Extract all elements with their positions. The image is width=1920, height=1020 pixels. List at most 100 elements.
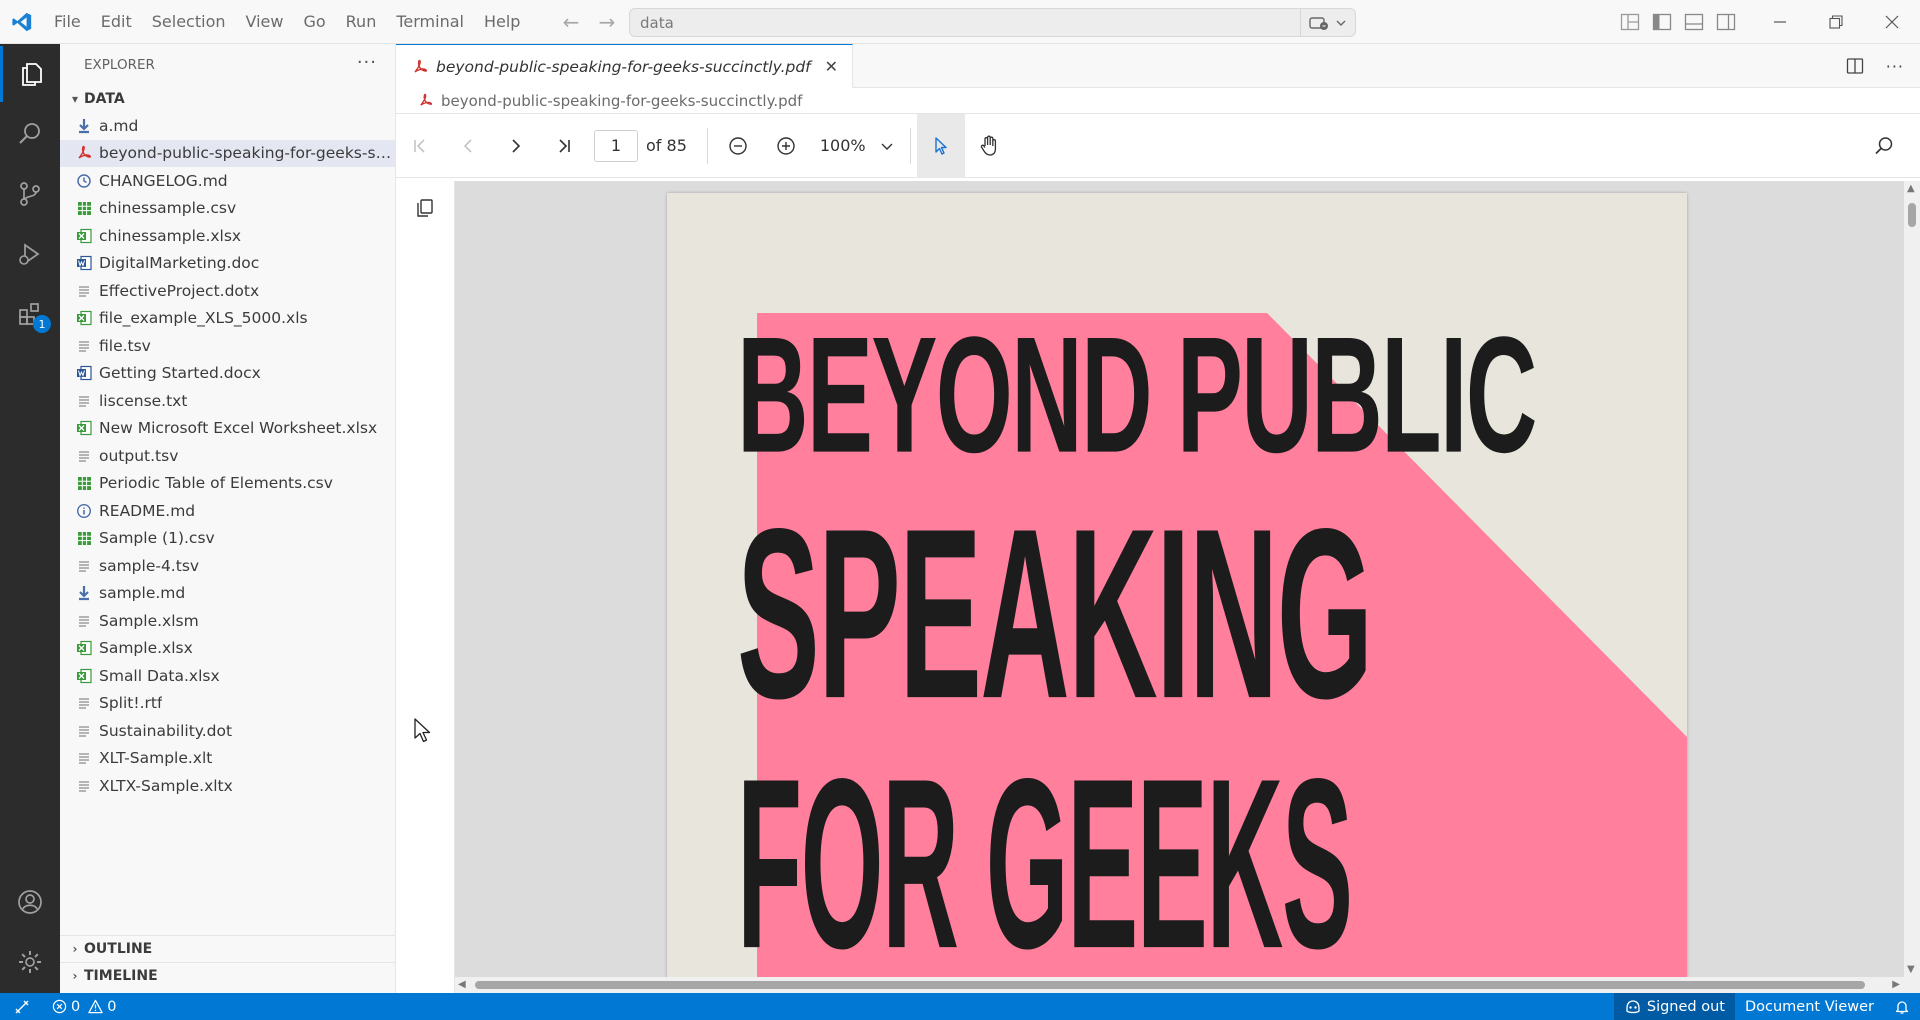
file-item[interactable]: README.md — [60, 497, 395, 525]
file-item[interactable]: XLT-Sample.xlt — [60, 745, 395, 773]
file-item[interactable]: Sample (1).csv — [60, 525, 395, 553]
scroll-left-icon[interactable]: ◀ — [458, 979, 466, 990]
extensions-button[interactable]: 1 — [0, 286, 60, 342]
excel-icon — [74, 419, 94, 437]
file-item[interactable]: Sample.xlsm — [60, 607, 395, 635]
toggle-thumbnails-button[interactable] — [414, 197, 436, 223]
close-tab-icon[interactable]: ✕ — [825, 57, 838, 76]
remote-button[interactable] — [0, 993, 44, 1020]
file-name: a.md — [99, 116, 139, 135]
zoom-select[interactable]: 100% — [810, 114, 904, 178]
vscode-logo-icon — [0, 0, 44, 44]
tab-pdf[interactable]: beyond-public-speaking-for-geeks-succinc… — [396, 44, 854, 88]
file-item[interactable]: CHANGELOG.md — [60, 167, 395, 195]
file-name: Getting Started.docx — [99, 364, 261, 383]
toggle-panel-icon[interactable] — [1684, 13, 1704, 31]
source-control-button[interactable] — [0, 166, 60, 222]
folder-header[interactable]: ▾ DATA — [60, 86, 395, 112]
search-button[interactable] — [0, 106, 60, 162]
file-name: file_example_XLS_5000.xls — [99, 309, 308, 328]
toggle-primary-sidebar-icon[interactable] — [1652, 13, 1672, 31]
file-item[interactable]: output.tsv — [60, 442, 395, 470]
outline-section[interactable]: › OUTLINE — [60, 935, 395, 962]
menu-terminal[interactable]: Terminal — [386, 0, 474, 44]
menu-run[interactable]: Run — [336, 0, 387, 44]
file-item[interactable]: Split!.rtf — [60, 690, 395, 718]
file-item[interactable]: a.md — [60, 112, 395, 140]
file-item[interactable]: file.tsv — [60, 332, 395, 360]
file-item[interactable]: Small Data.xlsx — [60, 662, 395, 690]
close-window-button[interactable] — [1864, 0, 1920, 44]
menu-go[interactable]: Go — [293, 0, 335, 44]
scroll-up-icon[interactable]: ▲ — [1907, 183, 1915, 194]
split-editor-icon[interactable] — [1846, 57, 1864, 75]
menu-file[interactable]: File — [44, 0, 91, 44]
page-count: of 85 — [646, 136, 687, 155]
last-page-button[interactable] — [540, 114, 588, 178]
zoom-out-button[interactable] — [714, 114, 762, 178]
forward-arrow-icon[interactable]: → — [596, 10, 618, 34]
excel-icon — [74, 639, 94, 657]
page-number-input[interactable] — [594, 129, 638, 162]
select-tool-button[interactable] — [916, 113, 965, 178]
copilot-menu[interactable] — [1300, 9, 1355, 36]
mouse-cursor-icon — [414, 718, 431, 743]
excel-icon — [74, 667, 94, 685]
more-actions-icon[interactable]: ··· — [357, 52, 377, 73]
breadcrumb-file[interactable]: beyond-public-speaking-for-geeks-succinc… — [441, 92, 802, 110]
scroll-right-icon[interactable]: ▶ — [1892, 979, 1900, 990]
next-page-button[interactable] — [492, 114, 540, 178]
hand-tool-button[interactable] — [965, 114, 1013, 178]
more-actions-icon[interactable]: ··· — [1886, 57, 1904, 76]
toggle-secondary-sidebar-icon[interactable] — [1716, 13, 1736, 31]
menu-view[interactable]: View — [236, 0, 294, 44]
cover-title-line-2: SPEAKING — [737, 478, 1373, 749]
document-viewer-status[interactable]: Document Viewer — [1735, 993, 1884, 1020]
file-item[interactable]: chinessample.xlsx — [60, 222, 395, 250]
previous-page-button[interactable] — [444, 114, 492, 178]
csv-icon — [74, 529, 94, 547]
menu-edit[interactable]: Edit — [91, 0, 142, 44]
menu-selection[interactable]: Selection — [142, 0, 236, 44]
chevron-right-icon: › — [72, 942, 78, 956]
problems-indicator[interactable]: 0 0 — [44, 999, 124, 1015]
command-center[interactable]: data — [629, 8, 1356, 37]
timeline-section[interactable]: › TIMELINE — [60, 962, 395, 989]
pdf-search-button[interactable] — [1860, 114, 1908, 178]
file-item[interactable]: EffectiveProject.dotx — [60, 277, 395, 305]
file-item[interactable]: sample.md — [60, 580, 395, 608]
file-item[interactable]: sample-4.tsv — [60, 552, 395, 580]
horizontal-scrollbar[interactable]: ◀ ▶ — [455, 977, 1920, 993]
minimize-button[interactable] — [1752, 0, 1808, 44]
pdf-icon — [420, 93, 433, 106]
manage-button[interactable] — [0, 934, 60, 990]
notifications-button[interactable] — [1884, 993, 1920, 1020]
file-item[interactable]: file_example_XLS_5000.xls — [60, 305, 395, 333]
file-name: chinessample.xlsx — [99, 226, 242, 245]
file-item[interactable]: Sustainability.dot — [60, 717, 395, 745]
customize-layout-icon[interactable] — [1620, 13, 1640, 31]
vertical-scrollbar[interactable]: ▲ ▼ — [1904, 181, 1920, 977]
vertical-scroll-thumb[interactable] — [1908, 203, 1916, 227]
first-page-button[interactable] — [396, 114, 444, 178]
explorer-button[interactable] — [0, 46, 60, 102]
file-item[interactable]: DigitalMarketing.doc — [60, 250, 395, 278]
back-arrow-icon[interactable]: ← — [560, 10, 582, 34]
menu-help[interactable]: Help — [474, 0, 530, 44]
file-item[interactable]: New Microsoft Excel Worksheet.xlsx — [60, 415, 395, 443]
accounts-button[interactable] — [0, 874, 60, 930]
zoom-in-button[interactable] — [762, 114, 810, 178]
file-item[interactable]: Getting Started.docx — [60, 360, 395, 388]
account-status[interactable]: Signed out — [1613, 993, 1735, 1020]
file-item[interactable]: liscense.txt — [60, 387, 395, 415]
file-item[interactable]: XLTX-Sample.xltx — [60, 772, 395, 800]
cover-title-line-3: FOR GEEKS — [737, 728, 1353, 985]
restore-button[interactable] — [1808, 0, 1864, 44]
file-item[interactable]: Periodic Table of Elements.csv — [60, 470, 395, 498]
horizontal-scroll-thumb[interactable] — [475, 981, 1865, 989]
file-item[interactable]: chinessample.csv — [60, 195, 395, 223]
file-item[interactable]: beyond-public-speaking-for-geeks-succinc… — [60, 139, 395, 167]
file-item[interactable]: Sample.xlsx — [60, 635, 395, 663]
scroll-down-icon[interactable]: ▼ — [1907, 964, 1915, 975]
run-debug-button[interactable] — [0, 226, 60, 282]
